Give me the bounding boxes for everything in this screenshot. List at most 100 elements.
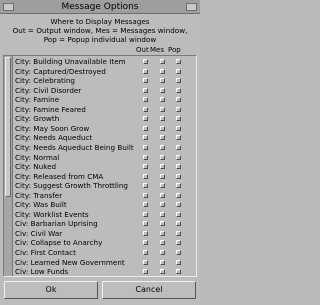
list-item: City: Suggest Growth Throttling <box>14 181 196 190</box>
list-item: Civ: Collapse to Anarchy <box>14 238 196 247</box>
mes-checkbox[interactable] <box>160 59 165 64</box>
mes-checkbox[interactable] <box>160 173 165 179</box>
pop-checkbox[interactable] <box>176 173 181 179</box>
pop-checkbox[interactable] <box>176 116 181 122</box>
title-bar[interactable]: Message Options <box>0 0 200 14</box>
out-checkbox[interactable] <box>143 144 148 150</box>
window-title: Message Options <box>61 2 139 12</box>
mes-checkbox[interactable] <box>160 106 165 112</box>
mes-checkbox[interactable] <box>160 221 165 227</box>
mes-checkbox[interactable] <box>160 240 165 246</box>
mes-checkbox[interactable] <box>160 183 165 189</box>
out-checkbox[interactable] <box>143 78 148 84</box>
pop-checkbox[interactable] <box>176 211 181 217</box>
list-scrollbar[interactable] <box>4 56 13 276</box>
mes-checkbox[interactable] <box>160 192 165 198</box>
list-item: City: Needs Aqueduct Being Built <box>14 143 196 152</box>
pop-checkbox[interactable] <box>176 135 181 141</box>
mes-checkbox[interactable] <box>160 250 165 255</box>
pop-checkbox[interactable] <box>176 221 181 227</box>
out-checkbox[interactable] <box>143 164 148 170</box>
out-checkbox[interactable] <box>143 230 148 236</box>
out-checkbox[interactable] <box>143 68 148 74</box>
mes-checkbox[interactable] <box>160 97 165 103</box>
out-checkbox[interactable] <box>143 183 148 189</box>
out-checkbox[interactable] <box>143 192 148 198</box>
pop-checkbox[interactable] <box>176 250 181 255</box>
mes-checkbox[interactable] <box>160 230 165 236</box>
out-checkbox[interactable] <box>143 106 148 112</box>
pop-checkbox[interactable] <box>176 192 181 198</box>
cancel-button[interactable]: Cancel <box>102 281 196 299</box>
mes-checkbox[interactable] <box>160 202 165 208</box>
mes-checkbox[interactable] <box>160 259 165 265</box>
message-label: City: Famine Feared <box>15 104 86 114</box>
list-item: Civ: Low Funds <box>14 267 196 276</box>
mes-checkbox[interactable] <box>160 116 165 122</box>
pop-checkbox[interactable] <box>176 154 181 160</box>
pop-checkbox[interactable] <box>176 125 181 131</box>
pop-checkbox[interactable] <box>176 68 181 74</box>
window-resize-icon[interactable] <box>186 3 197 11</box>
mes-checkbox[interactable] <box>160 87 165 93</box>
pop-checkbox[interactable] <box>176 259 181 265</box>
list-item: City: Building Unavailable Item <box>14 57 196 66</box>
out-checkbox[interactable] <box>143 97 148 103</box>
scrollbar-thumb[interactable] <box>5 57 11 197</box>
message-label: City: Suggest Growth Throttling <box>15 181 128 191</box>
pop-checkbox[interactable] <box>176 59 181 64</box>
out-checkbox[interactable] <box>143 211 148 217</box>
message-label: Civ: Barbarian Uprising <box>15 219 98 229</box>
list-item: City: Transfer <box>14 191 196 200</box>
out-checkbox[interactable] <box>143 250 148 255</box>
list-item: City: Celebrating <box>14 76 196 85</box>
out-checkbox[interactable] <box>143 87 148 93</box>
out-checkbox[interactable] <box>143 59 148 64</box>
out-checkbox[interactable] <box>143 259 148 265</box>
mes-checkbox[interactable] <box>160 154 165 160</box>
list-item: Civ: Barbarian Uprising <box>14 219 196 228</box>
message-label: City: Civil Disorder <box>15 85 82 95</box>
mes-checkbox[interactable] <box>160 164 165 170</box>
list-item: Civ: Learned New Government <box>14 258 196 267</box>
message-label: Civ: First Contact <box>15 248 76 257</box>
mes-checkbox[interactable] <box>160 125 165 131</box>
pop-checkbox[interactable] <box>176 87 181 93</box>
message-label: City: Nuked <box>15 162 57 172</box>
list-item: City: Famine <box>14 95 196 104</box>
mes-checkbox[interactable] <box>160 269 165 275</box>
list-item: City: Famine Feared <box>14 105 196 114</box>
pop-checkbox[interactable] <box>176 202 181 208</box>
out-checkbox[interactable] <box>143 125 148 131</box>
pop-checkbox[interactable] <box>176 230 181 236</box>
mes-checkbox[interactable] <box>160 144 165 150</box>
column-header-pop: Pop <box>168 46 181 54</box>
message-label: City: Released from CMA <box>15 171 104 181</box>
out-checkbox[interactable] <box>143 240 148 246</box>
out-checkbox[interactable] <box>143 221 148 227</box>
pop-checkbox[interactable] <box>176 97 181 103</box>
mes-checkbox[interactable] <box>160 68 165 74</box>
mes-checkbox[interactable] <box>160 211 165 217</box>
list-item: City: Worklist Events <box>14 210 196 219</box>
message-label: City: Needs Aqueduct <box>15 133 93 143</box>
pop-checkbox[interactable] <box>176 78 181 84</box>
pop-checkbox[interactable] <box>176 106 181 112</box>
pop-checkbox[interactable] <box>176 144 181 150</box>
pop-checkbox[interactable] <box>176 269 181 275</box>
mes-checkbox[interactable] <box>160 135 165 141</box>
out-checkbox[interactable] <box>143 202 148 208</box>
pop-checkbox[interactable] <box>176 240 181 246</box>
list-item: Civ: Civil War <box>14 229 196 238</box>
out-checkbox[interactable] <box>143 154 148 160</box>
mes-checkbox[interactable] <box>160 78 165 84</box>
ok-button[interactable]: Ok <box>4 281 98 299</box>
out-checkbox[interactable] <box>143 135 148 141</box>
message-label: City: Celebrating <box>15 76 75 86</box>
message-list: City: Building Unavailable Item City: Cap… <box>3 55 197 277</box>
pop-checkbox[interactable] <box>176 164 181 170</box>
out-checkbox[interactable] <box>143 173 148 179</box>
out-checkbox[interactable] <box>143 116 148 122</box>
pop-checkbox[interactable] <box>176 183 181 189</box>
out-checkbox[interactable] <box>143 269 148 275</box>
